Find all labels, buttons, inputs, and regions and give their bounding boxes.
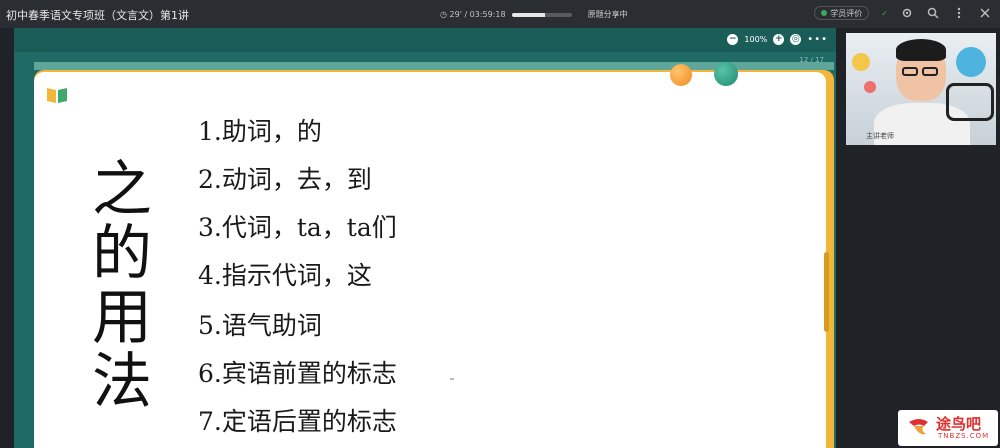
bg-decor bbox=[956, 47, 986, 77]
list-item: 6.宾语前置的标志 bbox=[198, 359, 397, 388]
slide-panel: − 100% + ◎ ••• 12 / 17 之 的 用 法 1.助词，的 2.… bbox=[14, 28, 836, 448]
zoom-control: − 100% + ◎ ••• bbox=[727, 34, 828, 45]
course-title: 初中春季语文专项班（文言文）第1讲 bbox=[6, 9, 189, 22]
glasses-right bbox=[922, 67, 938, 76]
watermark-subtext: TNBZS.COM bbox=[938, 432, 990, 440]
fit-screen-button[interactable]: ◎ bbox=[790, 34, 802, 45]
title-char: 的 bbox=[92, 219, 152, 289]
title-char: 法 bbox=[92, 347, 152, 417]
status-label: 原题分享中 bbox=[587, 10, 628, 19]
zoom-out-button[interactable]: − bbox=[727, 34, 739, 45]
zoom-level: 100% bbox=[744, 35, 768, 44]
stray-mark bbox=[450, 378, 454, 380]
rating-dot-icon bbox=[821, 10, 828, 16]
list-item: 2.动词，去，到 bbox=[198, 165, 372, 194]
glasses-left bbox=[902, 67, 918, 76]
list-item: 1.助词，的 bbox=[198, 117, 322, 146]
slide-scrollbar[interactable] bbox=[824, 252, 829, 332]
list-item: 3.代词，ta，ta们 bbox=[198, 213, 397, 242]
watermark-text: 途鸟吧 bbox=[936, 415, 982, 433]
playback-status: ◷ 29' / 03:59:18 原题分享中 bbox=[440, 9, 628, 20]
book-icon bbox=[47, 88, 67, 103]
gear-icon[interactable] bbox=[900, 6, 914, 20]
microphone bbox=[946, 83, 994, 121]
title-char: 用 bbox=[92, 283, 152, 353]
vertical-dots-icon[interactable] bbox=[952, 6, 966, 20]
site-watermark: 途鸟吧 TNBZS.COM bbox=[898, 410, 998, 446]
rating-button[interactable]: 学员评价 bbox=[814, 6, 870, 20]
webcam-label: 主讲老师 bbox=[866, 132, 894, 140]
list-item: 5.语气助词 bbox=[198, 311, 322, 340]
list-item: 7.定语后置的标志 bbox=[198, 407, 397, 436]
playback-progress-bar[interactable] bbox=[511, 12, 572, 17]
bird-logo-icon bbox=[909, 419, 928, 435]
rating-label: 学员评价 bbox=[830, 8, 863, 18]
top-bar: 初中春季语文专项班（文言文）第1讲 ◷ 29' / 03:59:18 原题分享中… bbox=[0, 0, 1000, 28]
list-item: 4.指示代词，这 bbox=[198, 261, 372, 290]
playback-progress-fill bbox=[511, 12, 545, 17]
slide-toolbar: − 100% + ◎ ••• bbox=[14, 28, 836, 52]
signal-indicator: ✓ bbox=[881, 8, 888, 18]
zoom-in-button[interactable]: + bbox=[773, 34, 785, 45]
search-icon[interactable] bbox=[926, 6, 940, 20]
teacher-hair bbox=[896, 39, 946, 61]
more-button[interactable]: ••• bbox=[807, 34, 828, 45]
bg-decor bbox=[864, 81, 876, 93]
title-char: 之 bbox=[92, 155, 152, 225]
close-icon[interactable] bbox=[978, 6, 992, 20]
bg-decor bbox=[852, 53, 870, 71]
playback-time: ◷ 29' / 03:59:18 bbox=[440, 10, 506, 19]
teacher-webcam[interactable]: 主讲老师 bbox=[846, 33, 996, 145]
top-bar-actions: 学员评价 ✓ bbox=[814, 6, 992, 20]
orange-ball-decor bbox=[670, 64, 692, 86]
teal-ball-decor bbox=[714, 62, 738, 86]
